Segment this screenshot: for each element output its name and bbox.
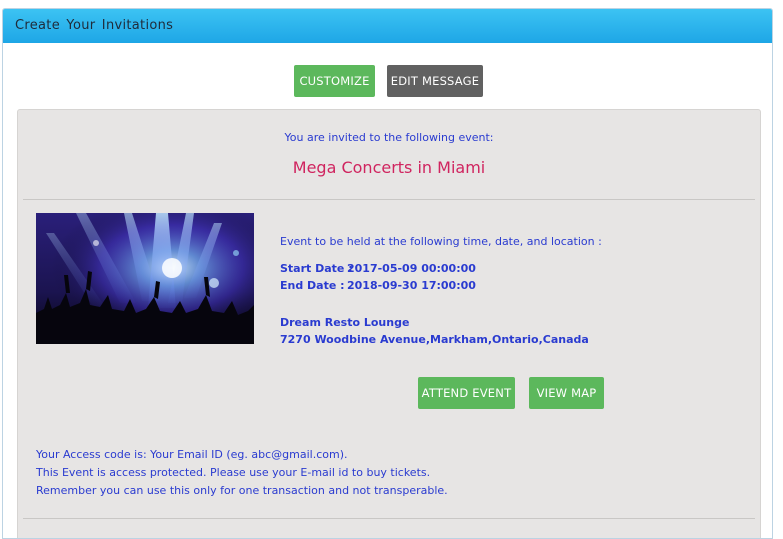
- edit-message-button[interactable]: EDIT MESSAGE: [387, 65, 483, 97]
- divider: [23, 518, 755, 519]
- attend-event-button[interactable]: ATTEND EVENT: [418, 377, 515, 409]
- transfer-note: Remember you can use this only for one t…: [36, 484, 448, 497]
- end-date-label: End Date :: [280, 279, 345, 292]
- event-title: Mega Concerts in Miami: [292, 158, 486, 177]
- invitation-panel: Create Your Invitations CUSTOMIZE EDIT M…: [2, 8, 773, 539]
- invitation-card: You are invited to the following event: …: [17, 109, 761, 538]
- divider: [23, 199, 755, 200]
- venue-name: Dream Resto Lounge: [280, 316, 410, 329]
- invited-intro: You are invited to the following event:: [284, 131, 494, 144]
- end-date-value: 2018-09-30 17:00:00: [347, 279, 476, 292]
- protected-note: This Event is access protected. Please u…: [36, 466, 431, 479]
- start-date-value: 2017-05-09 00:00:00: [347, 262, 476, 275]
- end-date-row: End Date :2018-09-30 17:00:00: [280, 279, 476, 292]
- customize-button[interactable]: CUSTOMIZE: [294, 65, 375, 97]
- start-date-row: Start Date :2017-05-09 00:00:00: [280, 262, 476, 275]
- venue-address: 7270 Woodbine Avenue,Markham,Ontario,Can…: [280, 333, 589, 346]
- access-code-note: Your Access code is: Your Email ID (eg. …: [36, 448, 348, 461]
- start-date-label: Start Date :: [280, 262, 353, 275]
- event-image: [36, 213, 254, 344]
- panel-header: Create Your Invitations: [3, 9, 772, 43]
- details-intro: Event to be held at the following time, …: [280, 235, 602, 248]
- view-map-button[interactable]: VIEW MAP: [529, 377, 604, 409]
